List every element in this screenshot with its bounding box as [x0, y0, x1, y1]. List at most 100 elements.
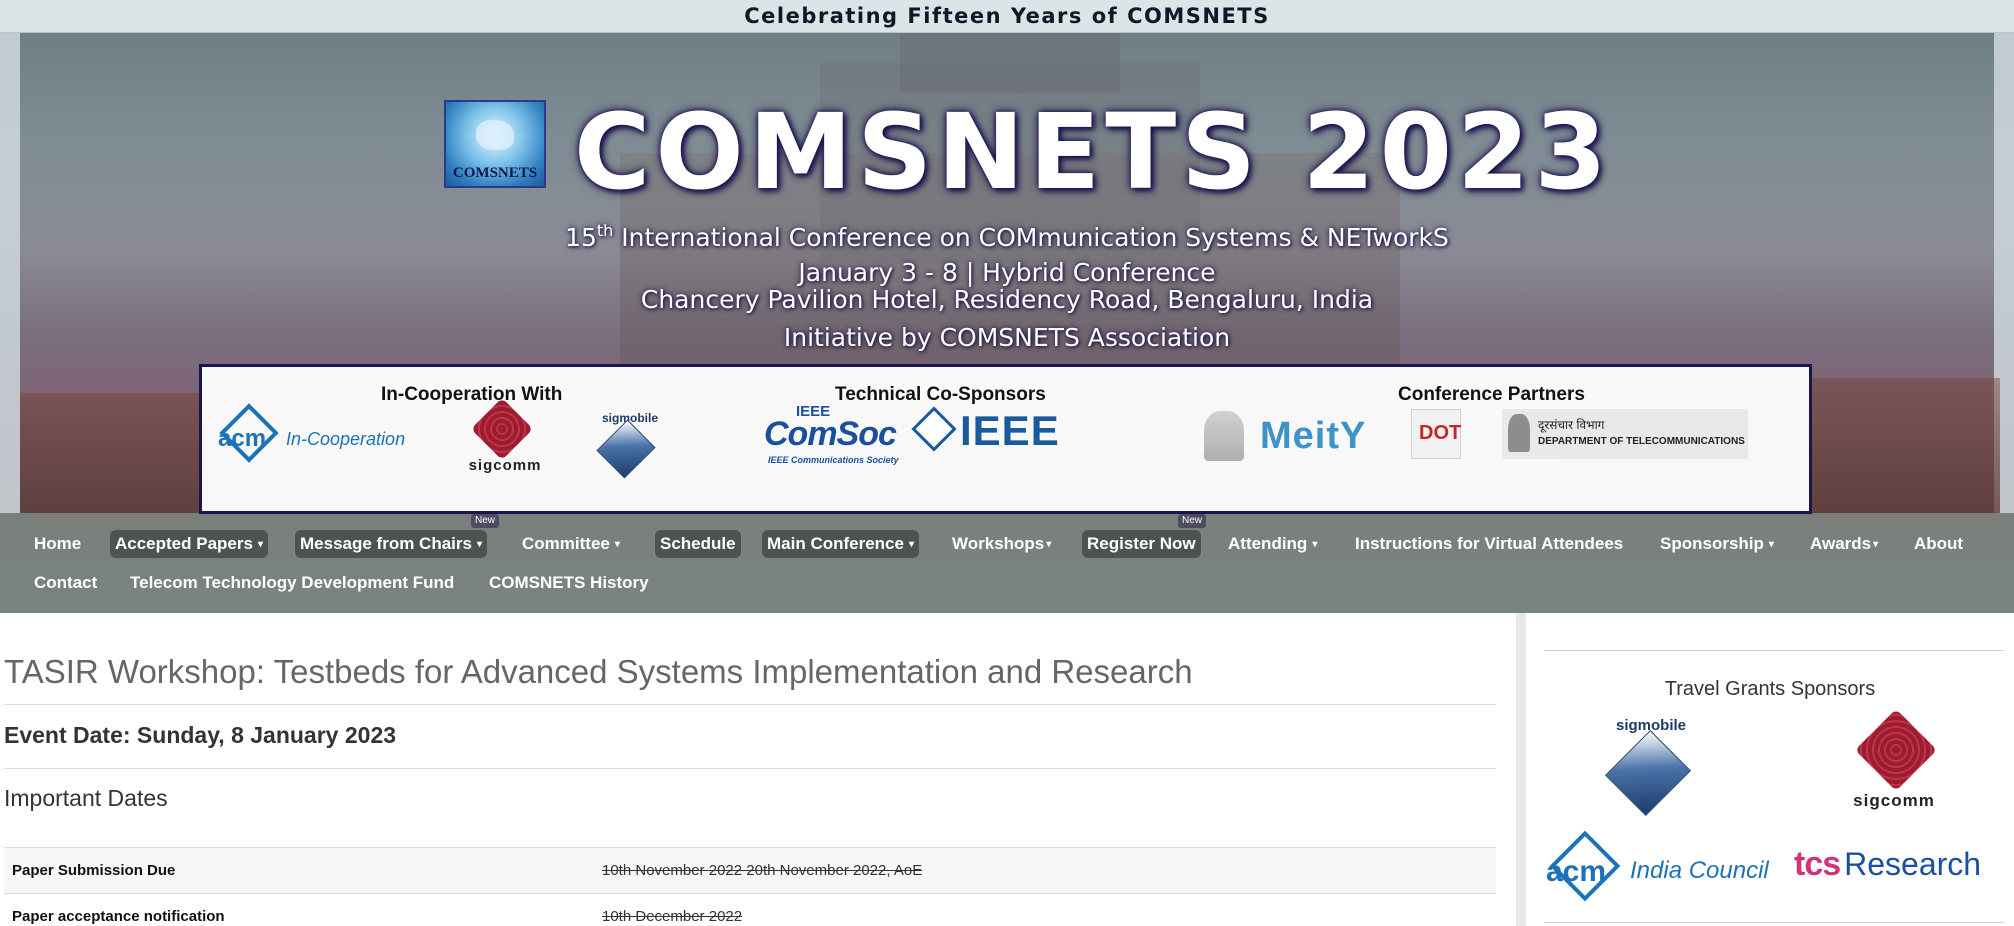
acm-mark: acm — [218, 425, 267, 452]
conference-full-name: International Conference on COMmunicatio… — [613, 223, 1449, 252]
dot-logo[interactable]: DOT — [1411, 409, 1461, 459]
sponsor-panel: In-Cooperation With Technical Co-Sponsor… — [199, 364, 1812, 514]
cooperation-heading: In-Cooperation With — [381, 384, 563, 405]
nav-message-from-chairs-label: Message from Chairs — [300, 534, 472, 553]
sidebar: Travel Grants Sponsors sigmobile sigcomm… — [1526, 613, 2014, 926]
nav-workshops[interactable]: Workshops ▾ — [948, 530, 1055, 558]
nav-sponsorship[interactable]: Sponsorship ▾ — [1656, 530, 1778, 558]
chevron-down-icon: ▾ — [476, 539, 482, 550]
date-value: 10th December 2022 — [594, 893, 1496, 926]
ieee-diamond-icon — [911, 406, 957, 452]
comsnets-globe-logo[interactable]: COMSNETS — [444, 100, 546, 188]
anniversary-text: Celebrating Fifteen Years of COMSNETS — [744, 4, 1270, 28]
acm-india-council-logo[interactable]: acm India Council — [1544, 830, 1769, 909]
sigcomm-logo[interactable]: sigcomm — [465, 397, 545, 477]
acm-cooperation-text: In-Cooperation — [286, 429, 406, 449]
nav-attending-label: Attending — [1228, 534, 1308, 553]
nav-main-conference[interactable]: Main Conference ▾ — [762, 530, 920, 558]
edition-number: 15 — [565, 223, 597, 252]
comsoc-text: ComSoc — [764, 415, 897, 453]
divider — [4, 768, 1496, 769]
nav-awards-label: Awards — [1810, 534, 1872, 553]
sidebar-gutter — [1516, 613, 1526, 926]
ieee-logo[interactable]: IEEE — [911, 406, 1074, 457]
edition-suffix: th — [596, 221, 614, 240]
divider — [1544, 922, 2004, 923]
dept-english-text: DEPARTMENT OF TELECOMMUNICATIONS — [1538, 436, 1745, 447]
nav-home[interactable]: Home — [30, 530, 85, 558]
sidebar-sigcomm-logo[interactable]: sigcomm — [1839, 708, 1949, 813]
conference-title: COMSNETS 2023 — [574, 91, 1612, 213]
top-announcement-strip: Celebrating Fifteen Years of COMSNETS — [0, 0, 2014, 33]
sigcomm-dots-icon — [470, 397, 534, 461]
chevron-down-icon: ▾ — [908, 539, 915, 550]
sigcomm-dots-icon — [1854, 708, 1938, 792]
tcs-text: tcs — [1794, 845, 1841, 883]
nav-committee-label: Committee — [522, 534, 610, 553]
nav-accepted-papers[interactable]: Accepted Papers ▾ — [110, 530, 268, 558]
chevron-down-icon: ▾ — [1768, 539, 1774, 550]
nav-committee[interactable]: Committee ▾ — [518, 530, 624, 558]
research-text: Research — [1844, 846, 1982, 882]
sigmobile-shape-icon — [1605, 730, 1691, 816]
event-date: Event Date: Sunday, 8 January 2023 — [4, 722, 397, 748]
nav-contact[interactable]: Contact — [30, 569, 101, 597]
date-value: 10th November 2022 20th November 2022, A… — [594, 847, 1496, 894]
sidebar-sigmobile-logo[interactable]: sigmobile — [1604, 717, 1698, 816]
new-badge: New — [1178, 514, 1207, 528]
nav-awards[interactable]: Awards ▾ — [1806, 530, 1882, 558]
department-telecom-logo[interactable]: दूरसंचार विभाग DEPARTMENT OF TELECOMMUNI… — [1502, 409, 1748, 459]
nav-history[interactable]: COMSNETS History — [485, 569, 653, 597]
sigcomm-text: sigcomm — [468, 457, 542, 474]
dot-text: DOT — [1419, 422, 1462, 444]
nav-main-conference-label: Main Conference — [767, 534, 904, 553]
important-dates-heading: Important Dates — [4, 785, 168, 811]
travel-grants-heading: Travel Grants Sponsors — [1664, 678, 1876, 700]
acm-cooperation-logo[interactable]: acm In-Cooperation — [216, 403, 416, 471]
nav-accepted-papers-label: Accepted Papers — [115, 534, 253, 553]
nav-attending[interactable]: Attending ▾ — [1224, 530, 1321, 558]
chevron-down-icon: ▾ — [1873, 539, 1879, 550]
main-navigation: Home Accepted Papers ▾ Message from Chair… — [0, 513, 2014, 613]
page-title: TASIR Workshop: Testbeds for Advanced Sy… — [4, 653, 1193, 690]
table-row: Paper acceptance notification 10th Decem… — [4, 893, 1496, 926]
partners-heading: Conference Partners — [1398, 384, 1585, 405]
logo-text: COMSNETS — [452, 165, 538, 181]
conference-dates: January 3 - 8 | Hybrid Conference — [798, 258, 1216, 287]
nav-message-from-chairs[interactable]: Message from Chairs ▾ — [295, 530, 487, 558]
sigmobile-logo[interactable]: sigmobile — [596, 411, 662, 479]
table-row: Paper Submission Due 10th November 2022 … — [4, 847, 1496, 894]
divider — [1544, 650, 2004, 651]
divider — [4, 704, 1496, 705]
acm-india-council-text: India Council — [1630, 857, 1769, 884]
conference-subtitle: 15th International Conference on COMmuni… — [0, 221, 2014, 252]
national-emblem-icon — [1204, 411, 1244, 461]
tcs-research-logo[interactable]: tcs Research — [1794, 845, 2004, 895]
sigmobile-shape-icon — [596, 419, 656, 479]
nav-about[interactable]: About — [1910, 530, 1967, 558]
dept-emblem-icon — [1508, 414, 1530, 452]
nav-ttdf[interactable]: Telecom Technology Development Fund — [126, 569, 458, 597]
main-content: TASIR Workshop: Testbeds for Advanced Sy… — [0, 613, 1516, 926]
building-tower-top — [900, 33, 1120, 93]
sigcomm-text: sigcomm — [1853, 791, 1935, 810]
conference-venue: Chancery Pavilion Hotel, Residency Road,… — [640, 285, 1374, 314]
meity-text: MeitY — [1260, 415, 1367, 457]
nav-schedule[interactable]: Schedule — [655, 530, 741, 558]
meity-logo[interactable]: MeitY — [1204, 407, 1384, 467]
acm-mark: acm — [1546, 855, 1607, 888]
globe-icon — [476, 120, 514, 150]
date-label: Paper Submission Due — [4, 847, 594, 894]
ieee-comsoc-logo[interactable]: IEEE ComSoc IEEE Communications Society — [764, 403, 904, 473]
new-badge: New — [471, 514, 500, 528]
nav-workshops-label: Workshops — [952, 534, 1045, 553]
chevron-down-icon: ▾ — [614, 539, 620, 550]
date-label: Paper acceptance notification — [4, 893, 594, 926]
nav-virtual-instructions[interactable]: Instructions for Virtual Attendees — [1351, 530, 1627, 558]
ieee-text: IEEE — [960, 407, 1060, 454]
nav-register-now[interactable]: Register Now — [1082, 530, 1201, 558]
dept-hindi-text: दूरसंचार विभाग — [1538, 418, 1605, 432]
chevron-down-icon: ▾ — [1046, 539, 1052, 550]
important-dates-table: Paper Submission Due 10th November 2022 … — [4, 847, 1496, 926]
chevron-down-icon: ▾ — [257, 539, 263, 550]
